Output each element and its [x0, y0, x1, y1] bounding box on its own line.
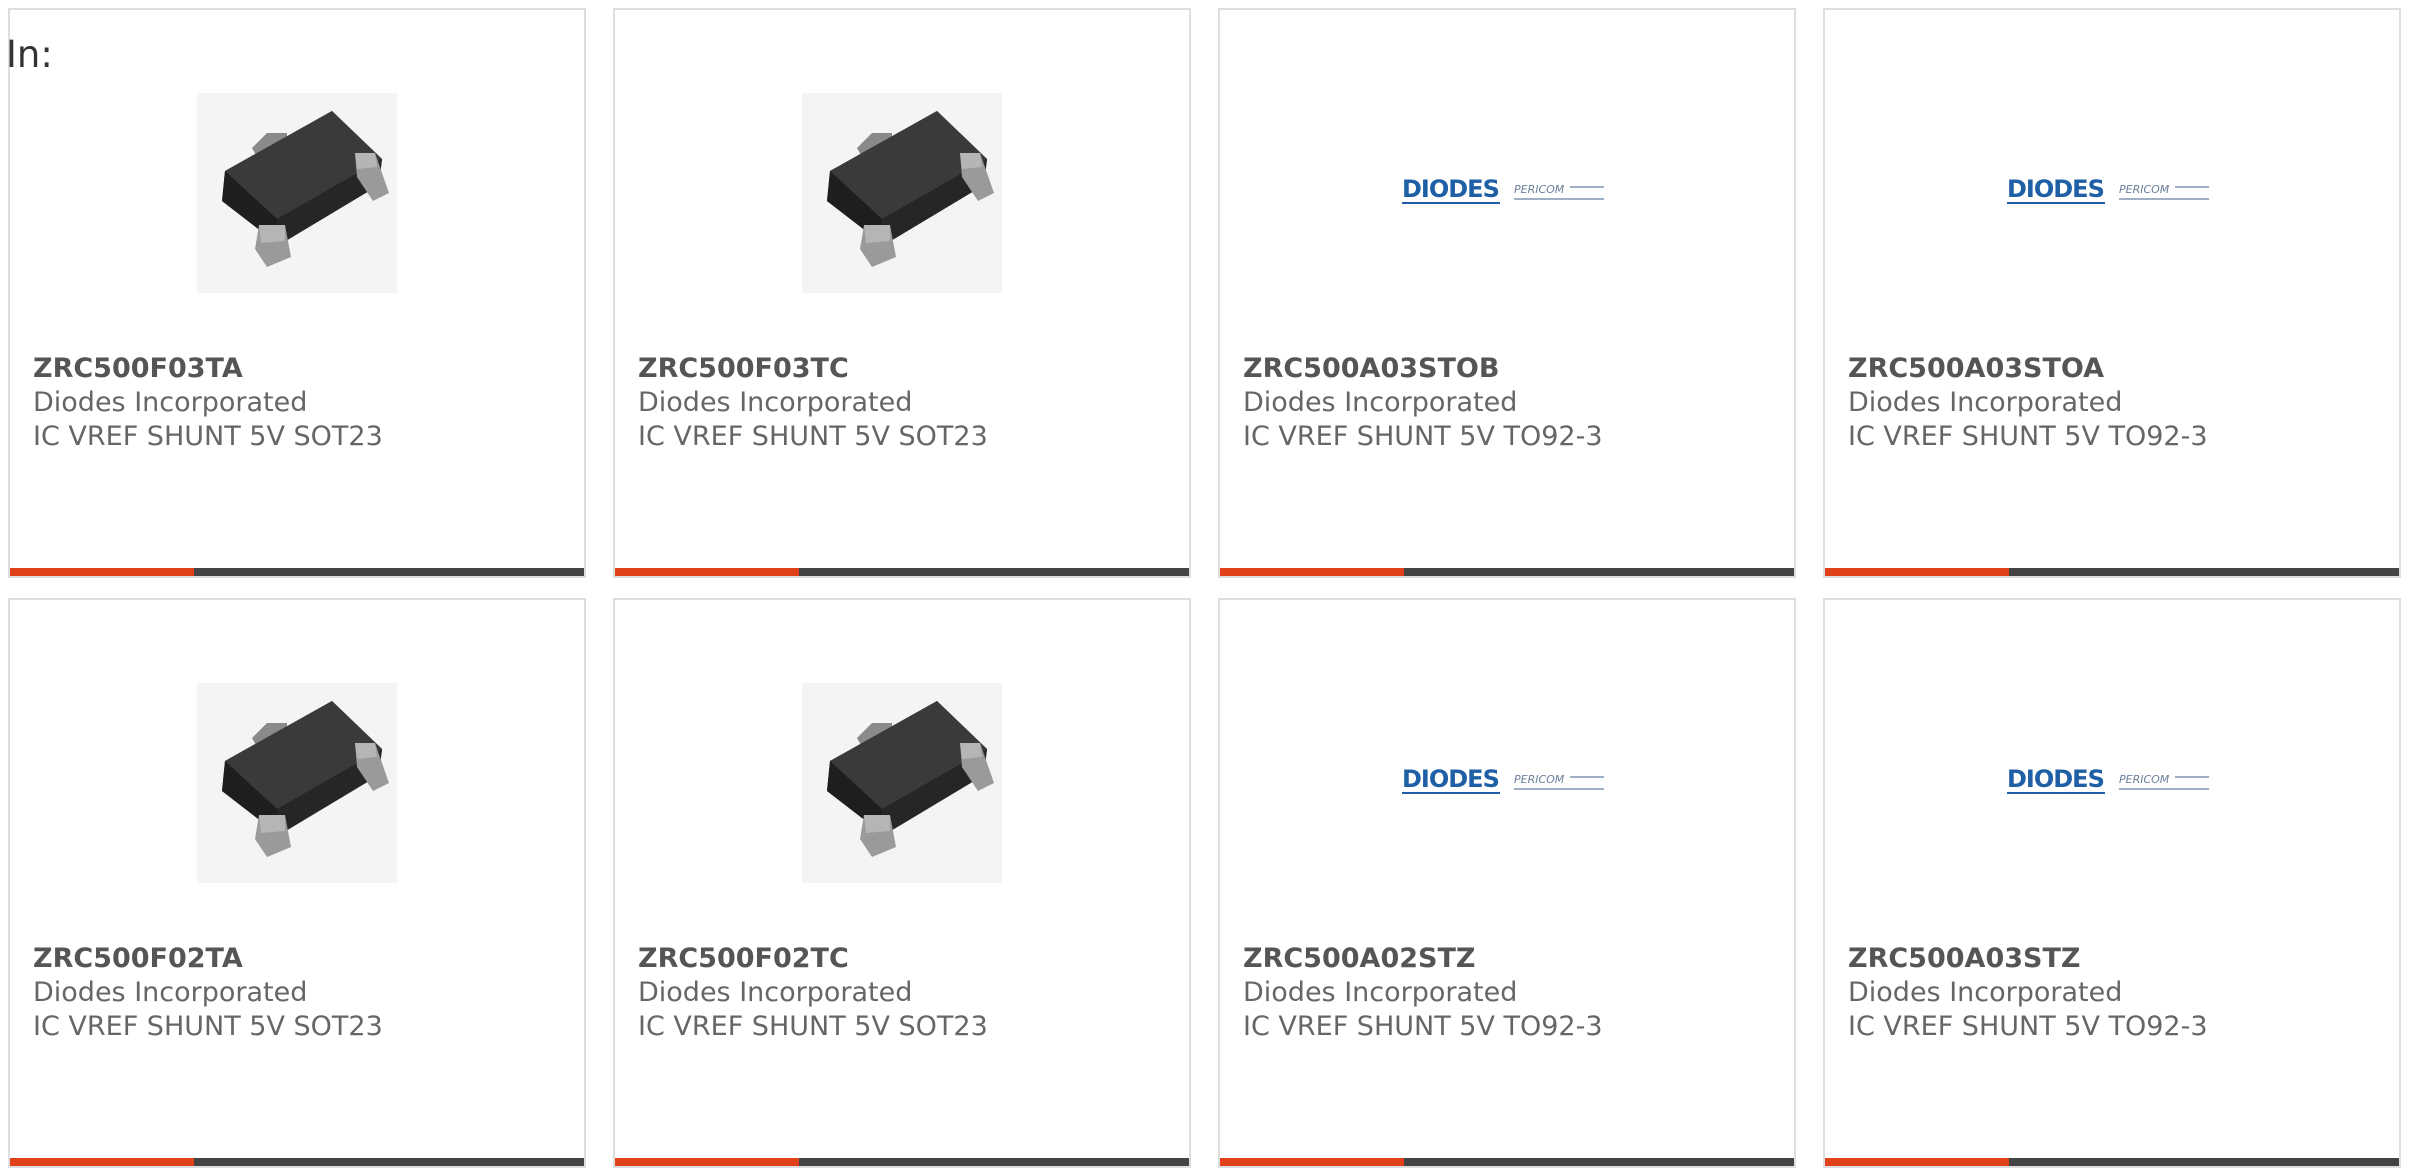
- manufacturer: Diodes Incorporated: [1848, 387, 2123, 418]
- diodes-pericom-logo: DIODES PERICOM: [2007, 765, 2209, 794]
- card-progress-fill: [1220, 1158, 1404, 1166]
- product-thumbnail: [615, 88, 1189, 298]
- product-thumbnail: [10, 678, 584, 888]
- diodes-pericom-logo: DIODES PERICOM: [2007, 175, 2209, 204]
- sot23-package-icon: [802, 683, 1002, 883]
- product-info: ZRC500A03STZ Diodes Incorporated IC VREF…: [1848, 942, 2389, 1044]
- description: IC VREF SHUNT 5V TO92-3: [1848, 421, 2208, 452]
- diodes-pericom-logo: DIODES PERICOM: [1402, 175, 1604, 204]
- product-thumbnail: DIODES PERICOM: [1220, 678, 1794, 888]
- card-progress-fill: [10, 568, 194, 576]
- product-card[interactable]: ZRC500F02TC Diodes Incorporated IC VREF …: [613, 598, 1191, 1168]
- product-card[interactable]: ZRC500F03TC Diodes Incorporated IC VREF …: [613, 8, 1191, 578]
- logo-wordmark: DIODES: [2007, 765, 2104, 793]
- product-info: ZRC500F03TC Diodes Incorporated IC VREF …: [638, 352, 1179, 454]
- product-info: ZRC500A02STZ Diodes Incorporated IC VREF…: [1243, 942, 1784, 1044]
- description: IC VREF SHUNT 5V SOT23: [33, 1011, 383, 1042]
- product-info: ZRC500A03STOB Diodes Incorporated IC VRE…: [1243, 352, 1784, 454]
- card-progress-fill: [1825, 1158, 2009, 1166]
- product-info: ZRC500A03STOA Diodes Incorporated IC VRE…: [1848, 352, 2389, 454]
- product-card[interactable]: DIODES PERICOM ZRC500A03STZ Diodes Incorp…: [1823, 598, 2401, 1168]
- part-number: ZRC500F03TC: [638, 353, 849, 384]
- product-card[interactable]: DIODES PERICOM ZRC500A02STZ Diodes Incorp…: [1218, 598, 1796, 1168]
- manufacturer: Diodes Incorporated: [638, 977, 913, 1008]
- description: IC VREF SHUNT 5V SOT23: [638, 421, 988, 452]
- sot23-package-icon: [197, 683, 397, 883]
- card-progress-fill: [10, 1158, 194, 1166]
- manufacturer: Diodes Incorporated: [33, 387, 308, 418]
- logo-subbrand: PERICOM: [2119, 773, 2170, 786]
- product-card[interactable]: ZRC500F03TA Diodes Incorporated IC VREF …: [8, 8, 586, 578]
- part-number: ZRC500A03STOB: [1243, 353, 1500, 384]
- product-card[interactable]: DIODES PERICOM ZRC500A03STOB Diodes Incor…: [1218, 8, 1796, 578]
- description: IC VREF SHUNT 5V SOT23: [638, 1011, 988, 1042]
- section-heading: In:: [6, 33, 53, 76]
- description: IC VREF SHUNT 5V TO92-3: [1243, 1011, 1603, 1042]
- part-number: ZRC500F02TC: [638, 943, 849, 974]
- description: IC VREF SHUNT 5V TO92-3: [1848, 1011, 2208, 1042]
- card-progress-bar: [615, 1158, 1189, 1166]
- manufacturer: Diodes Incorporated: [33, 977, 308, 1008]
- part-number: ZRC500A03STOA: [1848, 353, 2104, 384]
- product-card[interactable]: DIODES PERICOM ZRC500A03STOA Diodes Incor…: [1823, 8, 2401, 578]
- product-thumbnail: DIODES PERICOM: [1220, 88, 1794, 298]
- logo-wordmark: DIODES: [2007, 175, 2104, 203]
- card-progress-bar: [10, 568, 584, 576]
- logo-subbrand: PERICOM: [2119, 183, 2170, 196]
- product-info: ZRC500F03TA Diodes Incorporated IC VREF …: [33, 352, 574, 454]
- product-grid: ZRC500F03TA Diodes Incorporated IC VREF …: [8, 8, 2401, 1168]
- logo-subbrand: PERICOM: [1514, 183, 1565, 196]
- logo-wordmark: DIODES: [1402, 175, 1499, 203]
- card-progress-fill: [615, 1158, 799, 1166]
- product-thumbnail: [615, 678, 1189, 888]
- manufacturer: Diodes Incorporated: [638, 387, 913, 418]
- part-number: ZRC500F02TA: [33, 943, 243, 974]
- description: IC VREF SHUNT 5V SOT23: [33, 421, 383, 452]
- card-progress-fill: [1220, 568, 1404, 576]
- card-progress-bar: [1825, 1158, 2399, 1166]
- card-progress-bar: [1220, 1158, 1794, 1166]
- product-card[interactable]: ZRC500F02TA Diodes Incorporated IC VREF …: [8, 598, 586, 1168]
- sot23-package-icon: [197, 93, 397, 293]
- manufacturer: Diodes Incorporated: [1243, 387, 1518, 418]
- diodes-pericom-logo: DIODES PERICOM: [1402, 765, 1604, 794]
- card-progress-bar: [1825, 568, 2399, 576]
- product-info: ZRC500F02TA Diodes Incorporated IC VREF …: [33, 942, 574, 1044]
- product-thumbnail: DIODES PERICOM: [1825, 678, 2399, 888]
- card-progress-bar: [615, 568, 1189, 576]
- product-thumbnail: [10, 88, 584, 298]
- card-progress-fill: [615, 568, 799, 576]
- part-number: ZRC500A02STZ: [1243, 943, 1476, 974]
- product-info: ZRC500F02TC Diodes Incorporated IC VREF …: [638, 942, 1179, 1044]
- description: IC VREF SHUNT 5V TO92-3: [1243, 421, 1603, 452]
- card-progress-bar: [1220, 568, 1794, 576]
- part-number: ZRC500F03TA: [33, 353, 243, 384]
- sot23-package-icon: [802, 93, 1002, 293]
- manufacturer: Diodes Incorporated: [1848, 977, 2123, 1008]
- card-progress-bar: [10, 1158, 584, 1166]
- manufacturer: Diodes Incorporated: [1243, 977, 1518, 1008]
- product-thumbnail: DIODES PERICOM: [1825, 88, 2399, 298]
- logo-subbrand: PERICOM: [1514, 773, 1565, 786]
- part-number: ZRC500A03STZ: [1848, 943, 2081, 974]
- card-progress-fill: [1825, 568, 2009, 576]
- logo-wordmark: DIODES: [1402, 765, 1499, 793]
